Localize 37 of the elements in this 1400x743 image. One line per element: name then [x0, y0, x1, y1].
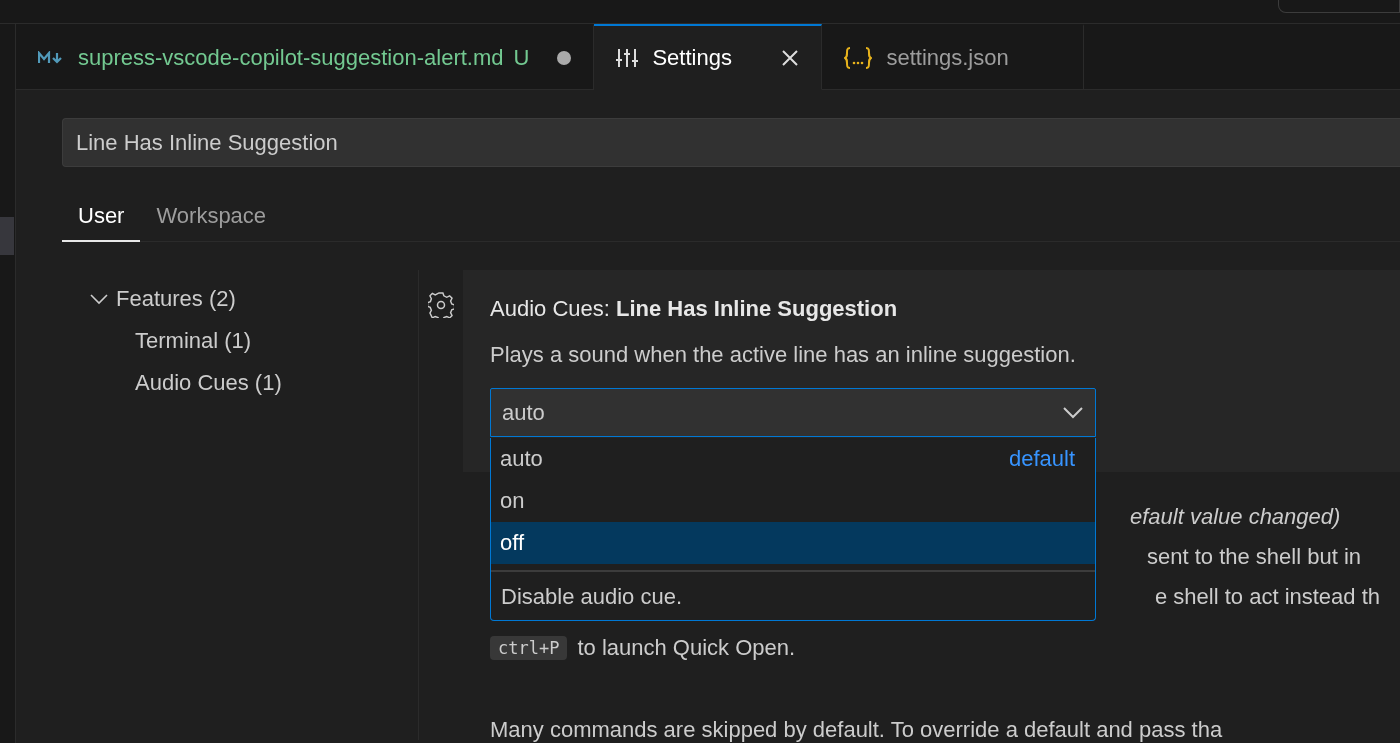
setting-description: Plays a sound when the active line has an inline suggestion.	[490, 342, 1077, 368]
tree-item[interactable]: Terminal (1)	[62, 320, 418, 362]
dropdown-option[interactable]: off	[491, 522, 1095, 564]
option-description: Disable audio cue.	[500, 583, 683, 611]
chevron-icon	[1063, 406, 1083, 419]
setting-text: e shell to act instead th	[1155, 584, 1381, 610]
search-field[interactable]: Line Has Inline Suggestion	[62, 118, 1400, 167]
setting-text: efault value changed)	[1130, 504, 1341, 530]
select-dropdown[interactable]: auto	[490, 388, 1096, 437]
tree-item[interactable]: Features (2)	[62, 278, 418, 320]
tab-label: Settings	[652, 44, 732, 71]
braces-icon	[844, 46, 873, 69]
setting-title: Audio Cues: Line Has Inline Suggestion	[490, 296, 899, 322]
unsaved-dot-icon[interactable]	[557, 50, 572, 65]
active-indicator	[0, 217, 14, 255]
tree-item[interactable]: Audio Cues (1)	[62, 362, 418, 404]
editor-tab[interactable]: settings.json	[822, 24, 1085, 90]
command-center-field[interactable]	[1278, 0, 1400, 13]
setting-text: sent to the shell but in	[1147, 544, 1362, 570]
editor-tab[interactable]: supress-vscode-copilot-suggestion-alert.md U	[16, 24, 595, 90]
git-status: U	[513, 44, 530, 71]
tab-label: supress-vscode-copilot-suggestion-alert.md	[78, 44, 504, 71]
setting-text: to launch Quick Open.	[577, 635, 796, 661]
sliders-icon	[616, 47, 639, 68]
editor-tab[interactable]: Settings	[594, 24, 823, 90]
keybinding-label: ctrl+P	[490, 636, 568, 660]
dropdown-option[interactable]: on	[491, 480, 1095, 522]
chevron-icon	[90, 293, 108, 305]
setting-description: Many commands are skipped by default. To override a default and pass tha	[490, 717, 1224, 743]
dropdown-option[interactable]: auto default	[491, 438, 1095, 480]
markdown-icon	[38, 50, 64, 65]
scope-tab[interactable]: Workspace	[140, 197, 283, 242]
default-label: default	[1008, 446, 1075, 472]
tab-label: settings.json	[886, 44, 1009, 71]
close-icon[interactable]	[781, 48, 800, 67]
scope-tab[interactable]: User	[62, 197, 141, 242]
settings-icon[interactable]	[428, 292, 454, 318]
